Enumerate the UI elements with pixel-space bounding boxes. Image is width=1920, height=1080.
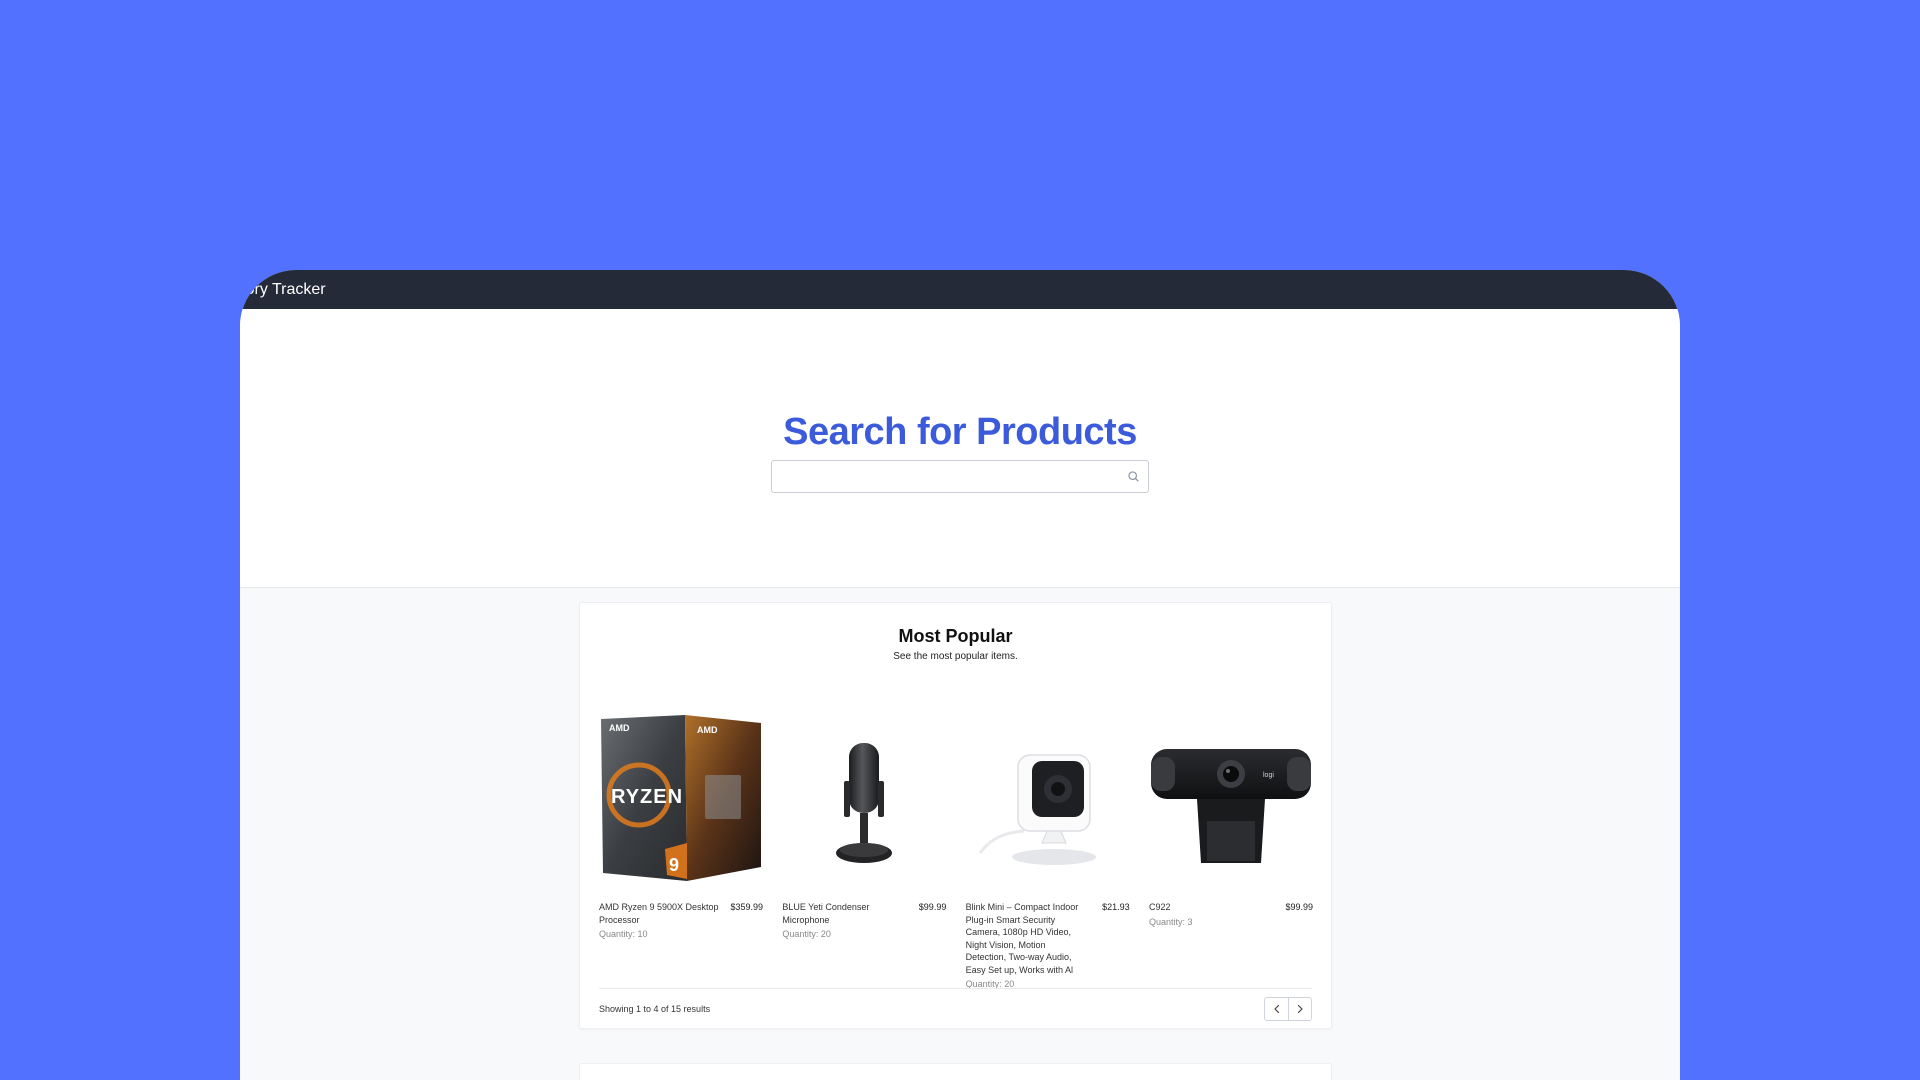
- product-image[interactable]: logi: [1149, 703, 1313, 883]
- ryzen-logo-text: RYZEN: [611, 786, 683, 808]
- search-icon[interactable]: [1127, 470, 1140, 483]
- product-name[interactable]: AMD Ryzen 9 5900X Desktop Processor: [599, 901, 721, 926]
- product-card[interactable]: AMD AMD RYZEN 9 AMD Ryzen 9 5900X Deskto…: [599, 703, 763, 989]
- section-subtitle: See the most popular items.: [893, 651, 1018, 662]
- security-camera-image: [978, 754, 1096, 865]
- most-popular-card: Most Popular See the most popular items.: [579, 602, 1332, 1029]
- product-price: $99.99: [1285, 902, 1313, 912]
- microphone-image: [836, 743, 893, 863]
- product-price: $359.99: [730, 902, 763, 912]
- ryzen-tier-text: 9: [669, 855, 679, 875]
- search-hero: Search for Products: [240, 309, 1680, 588]
- product-card[interactable]: BLUE Yeti Condenser Microphone $99.99 Qu…: [782, 703, 946, 989]
- product-name[interactable]: C922: [1149, 901, 1271, 914]
- product-name[interactable]: BLUE Yeti Condenser Microphone: [782, 901, 904, 926]
- section-title: Most Popular: [898, 626, 1013, 646]
- search-input[interactable]: [772, 461, 1148, 492]
- chevron-right-icon: [1297, 1004, 1303, 1013]
- product-price: $99.99: [918, 902, 947, 912]
- title-bar: Inventory Tracker: [240, 270, 1680, 309]
- ryzen-brand-text: AMD: [609, 723, 630, 733]
- next-page-button[interactable]: [1288, 997, 1311, 1020]
- product-list: AMD AMD RYZEN 9 AMD Ryzen 9 5900X Deskto…: [599, 703, 1313, 989]
- quantity-value: 3: [1187, 916, 1193, 927]
- content-area: Most Popular See the most popular items.: [240, 588, 1680, 1080]
- product-image[interactable]: AMD AMD RYZEN 9: [599, 703, 763, 883]
- quantity-value: 20: [820, 929, 831, 939]
- product-card[interactable]: logi C922 $99.99 Quantity: 3: [1149, 703, 1313, 989]
- app-title: Inventory Tracker: [240, 281, 326, 298]
- app-window: Inventory Tracker Search for Products Mo…: [240, 270, 1680, 1080]
- quantity-label: Quantity:: [1148, 916, 1186, 927]
- product-price: $21.93: [1102, 902, 1130, 912]
- quantity-label: Quantity:: [782, 929, 819, 939]
- product-quantity: Quantity: 20: [782, 929, 946, 939]
- ryzen-box-image: AMD AMD RYZEN 9: [601, 715, 761, 881]
- product-image[interactable]: [966, 703, 1130, 883]
- next-section-card: [579, 1063, 1332, 1080]
- product-card[interactable]: Blink Mini – Compact Indoor Plug-in Smar…: [966, 703, 1130, 989]
- product-name[interactable]: Blink Mini – Compact Indoor Plug-in Smar…: [966, 901, 1088, 976]
- pager: [1264, 996, 1312, 1021]
- page-title: Search for Products: [783, 411, 1137, 453]
- quantity-value: 10: [637, 929, 648, 939]
- previous-page-button[interactable]: [1265, 997, 1288, 1020]
- chevron-left-icon: [1273, 1004, 1279, 1013]
- results-summary: Showing 1 to 4 of 15 results: [599, 1003, 711, 1014]
- ryzen-side-brand-text: AMD: [697, 725, 718, 735]
- webcam-brand-text: logi: [1263, 772, 1274, 779]
- pagination-footer: Showing 1 to 4 of 15 results: [599, 988, 1312, 1028]
- product-image[interactable]: [782, 703, 946, 883]
- product-quantity: Quantity: 10: [599, 929, 763, 939]
- webcam-image: logi: [1150, 749, 1311, 863]
- search-box: [771, 460, 1149, 493]
- quantity-label: Quantity:: [599, 929, 636, 939]
- product-quantity: Quantity: 3: [1149, 917, 1313, 927]
